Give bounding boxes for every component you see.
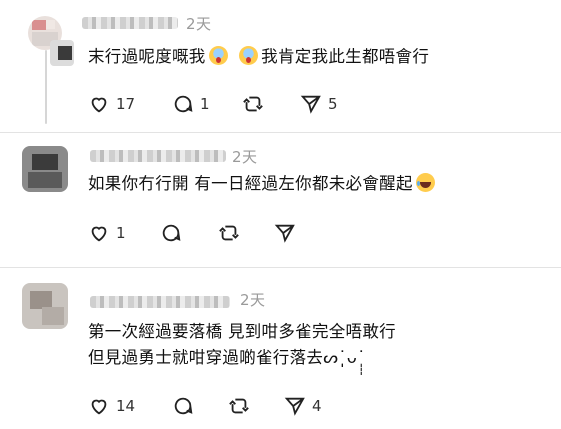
screaming-face-emoji-icon <box>239 46 259 65</box>
repost-arrows-icon <box>243 96 263 112</box>
comment-text: 第一次經過要落橋 見到咁多雀完全唔敢行 但見過勇士就咁穿過啲雀行落去ᔕ˙̩̩̩ᴗ… <box>88 319 396 371</box>
comment-1: 2天 末行過呢度嘅我 我肯定我此生都唔會行 17 1 5 <box>0 0 561 132</box>
like-count: 1 <box>116 224 126 242</box>
share-count: 4 <box>312 397 322 415</box>
speech-bubble-icon <box>174 397 193 415</box>
comment-text-line-2: 但見過勇士就咁穿過啲雀行落去ᔕ˙̩̩̩ᴗ˙̩̩̩ <box>88 348 366 367</box>
speech-bubble-icon <box>162 224 181 242</box>
like-button[interactable]: 1 <box>88 221 126 245</box>
reply-button[interactable] <box>172 394 194 418</box>
laughing-face-emoji-icon <box>415 173 435 192</box>
share-button[interactable]: 4 <box>284 394 322 418</box>
comment-text: 如果你冇行開 有一日經過左你都未必會醒起 <box>88 171 438 197</box>
avatar[interactable] <box>22 283 68 329</box>
repost-button[interactable] <box>228 394 250 418</box>
comment-text-part-1: 末行過呢度嘅我 <box>88 47 206 66</box>
comment-3: 2天 第一次經過要落橋 見到咁多雀完全唔敢行 但見過勇士就咁穿過啲雀行落去ᔕ˙̩… <box>0 268 561 429</box>
comment-text-line-1: 第一次經過要落橋 見到咁多雀完全唔敢行 <box>88 322 396 341</box>
reply-button[interactable]: 1 <box>172 92 210 116</box>
speech-bubble-icon <box>174 95 193 113</box>
share-button[interactable]: 5 <box>300 92 338 116</box>
action-bar: 1 <box>88 221 388 245</box>
reply-button[interactable] <box>160 221 182 245</box>
timestamp: 2天 <box>240 291 266 309</box>
avatar[interactable] <box>22 146 68 192</box>
repost-arrows-icon <box>229 398 249 414</box>
like-count: 14 <box>116 397 136 415</box>
paper-plane-icon <box>284 397 305 416</box>
timestamp: 2天 <box>186 15 212 33</box>
heart-icon <box>91 399 107 415</box>
comment-text: 末行過呢度嘅我 我肯定我此生都唔會行 <box>88 44 429 70</box>
share-count: 5 <box>328 95 338 113</box>
repost-arrows-icon <box>219 225 239 241</box>
comment-2: 2天 如果你冇行開 有一日經過左你都未必會醒起 1 <box>0 133 561 267</box>
username[interactable] <box>82 17 178 29</box>
share-button[interactable] <box>274 221 296 245</box>
reply-avatar[interactable] <box>50 40 74 66</box>
heart-icon <box>91 97 107 113</box>
repost-button[interactable] <box>242 92 264 116</box>
thread-line <box>45 50 47 124</box>
like-count: 17 <box>116 95 136 113</box>
comment-text-part-1: 如果你冇行開 有一日經過左你都未必會醒起 <box>88 174 413 193</box>
reply-count: 1 <box>200 95 210 113</box>
action-bar: 14 4 <box>88 394 388 418</box>
screaming-face-emoji-icon <box>208 46 228 65</box>
username[interactable] <box>90 296 230 308</box>
like-button[interactable]: 14 <box>88 394 135 418</box>
repost-button[interactable] <box>218 221 240 245</box>
timestamp: 2天 <box>232 148 258 166</box>
action-bar: 17 1 5 <box>88 92 388 116</box>
paper-plane-icon <box>274 224 295 243</box>
like-button[interactable]: 17 <box>88 92 135 116</box>
paper-plane-icon <box>300 95 321 114</box>
comment-text-part-2: 我肯定我此生都唔會行 <box>261 47 430 66</box>
username[interactable] <box>90 150 226 162</box>
heart-icon <box>91 226 107 242</box>
